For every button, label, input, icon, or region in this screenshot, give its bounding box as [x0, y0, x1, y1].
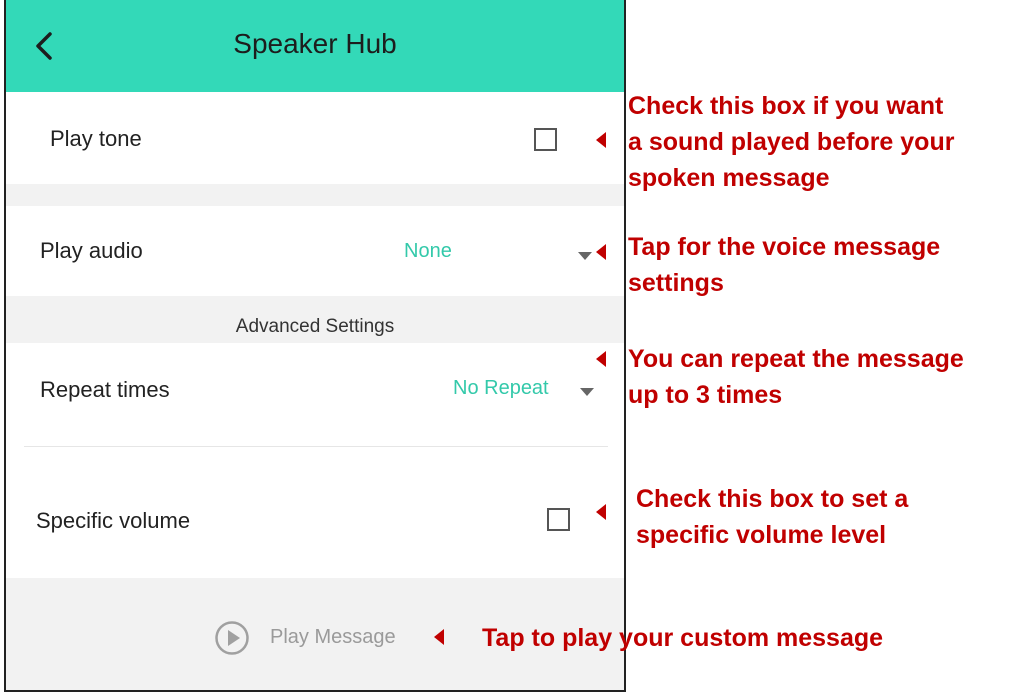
play-audio-row[interactable]: Play audio None: [6, 206, 624, 296]
repeat-times-value[interactable]: No Repeat: [453, 377, 549, 400]
play-tone-row: Play tone: [6, 92, 624, 184]
note-line: You can repeat the message: [628, 345, 964, 373]
note-line: Tap to play your custom message: [482, 624, 884, 652]
note-line: Check this box to set a: [636, 485, 909, 513]
play-audio-note: Tap for the voice message settings: [628, 229, 940, 301]
play-tone-note: Check this box if you want a sound playe…: [628, 88, 954, 196]
play-message-note: Tap to play your custom message: [482, 620, 883, 656]
advanced-settings-panel: Repeat times No Repeat Specific volume: [6, 343, 624, 578]
divider: [24, 446, 608, 447]
note-line: Tap for the voice message: [628, 233, 941, 261]
annotation-pointer: [596, 244, 606, 260]
play-audio-value: None: [404, 240, 452, 262]
play-message-label: Play Message: [270, 626, 396, 648]
caret-down-icon[interactable]: [580, 388, 594, 396]
repeat-note: You can repeat the message up to 3 times: [628, 341, 964, 413]
specific-volume-label: Specific volume: [36, 508, 191, 533]
stage: Speaker Hub Play tone Play audio None Ad…: [0, 0, 1030, 692]
specific-volume-checkbox[interactable]: [547, 508, 570, 531]
note-line: specific volume level: [636, 521, 887, 549]
phone-screen: Speaker Hub Play tone Play audio None Ad…: [4, 0, 626, 692]
annotation-pointer: [434, 629, 444, 645]
repeat-times-label: Repeat times: [40, 377, 170, 402]
note-line: Check this box if you want: [628, 92, 944, 120]
play-tone-label: Play tone: [50, 126, 142, 151]
play-circle-icon: [215, 621, 249, 655]
note-line: up to 3 times: [628, 381, 783, 409]
annotation-pointer: [596, 504, 606, 520]
play-audio-label: Play audio: [40, 238, 143, 263]
play-tone-checkbox[interactable]: [534, 128, 557, 151]
annotation-pointer: [596, 132, 606, 148]
note-line: a sound played before your: [628, 128, 955, 156]
note-line: spoken message: [628, 164, 830, 192]
caret-down-icon[interactable]: [578, 252, 592, 260]
annotation-pointer: [596, 351, 606, 367]
advanced-settings-caption: Advanced Settings: [235, 316, 395, 337]
page-title: Speaker Hub: [233, 28, 397, 59]
volume-note: Check this box to set a specific volume …: [636, 481, 908, 553]
app-header: Speaker Hub: [6, 0, 624, 92]
note-line: settings: [628, 269, 724, 297]
play-message-button[interactable]: Play Message: [214, 618, 430, 658]
